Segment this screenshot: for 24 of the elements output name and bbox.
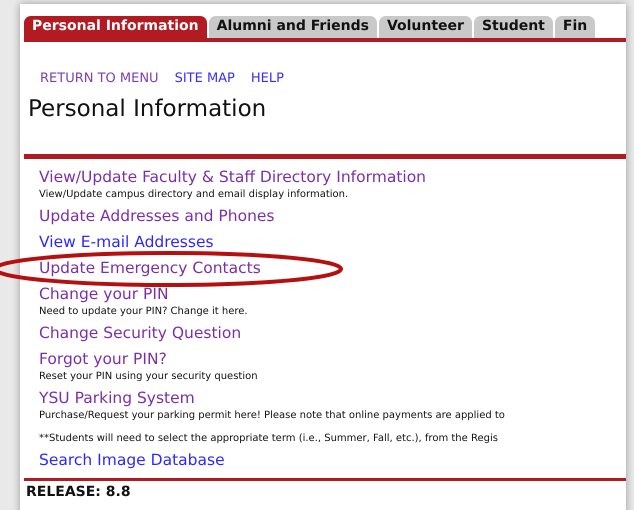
page-title: Personal Information: [28, 96, 268, 122]
menu-link[interactable]: Change your PIN: [39, 284, 169, 305]
link-description: Need to update your PIN? Change it here.: [39, 305, 249, 318]
menu-link[interactable]: YSU Parking System: [39, 388, 195, 409]
menu-link[interactable]: Search Image Database: [39, 450, 225, 471]
nav-link[interactable]: SITE MAP: [174, 71, 235, 86]
tab[interactable]: Alumni and Friends: [208, 16, 377, 38]
menu-link[interactable]: Change Security Question: [39, 323, 242, 344]
tab[interactable]: Fin: [554, 16, 596, 38]
tab[interactable]: Volunteer: [378, 16, 472, 38]
menu-link[interactable]: Update Addresses and Phones: [39, 206, 275, 227]
note-text: **Students will need to select the appropriate term (i.e., Summer, Fall, etc.), from the Regis: [39, 433, 499, 444]
menu-link[interactable]: View E-mail Addresses: [39, 232, 214, 253]
link-description: Reset your PIN using your security question: [39, 370, 259, 383]
tab[interactable]: Student: [474, 16, 553, 38]
menu-link[interactable]: Forgot your PIN?: [39, 349, 167, 370]
tab[interactable]: Personal Information: [24, 16, 207, 38]
nav-link[interactable]: HELP: [250, 71, 284, 86]
release-label: RELEASE: 8.8: [25, 483, 132, 500]
link-description: View/Update campus directory and email display information.: [39, 188, 350, 201]
nav-link[interactable]: RETURN TO MENU: [40, 71, 159, 86]
link-description: Purchase/Request your parking permit here! Please note that online payments are applied to: [39, 409, 506, 422]
menu-link[interactable]: View/Update Faculty & Staff Directory Information: [39, 167, 426, 188]
menu-link[interactable]: Update Emergency Contacts: [39, 258, 261, 279]
